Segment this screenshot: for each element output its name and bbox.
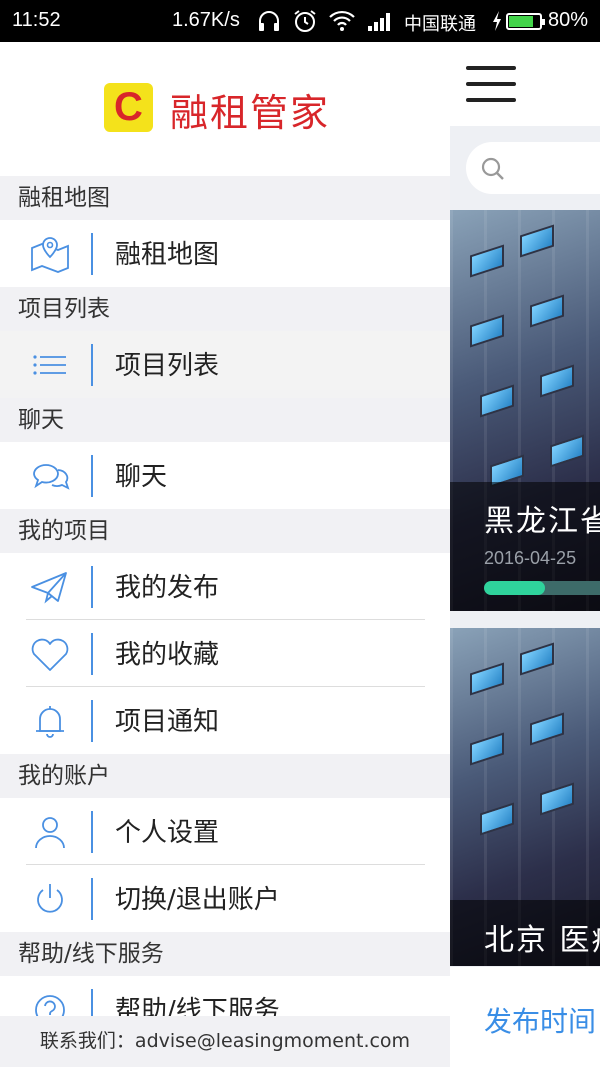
project-card[interactable]: 黑龙江省 2016-04-25	[450, 210, 600, 611]
alarm-icon	[294, 10, 316, 32]
bell-icon	[36, 706, 64, 738]
menu-item-favorites[interactable]: 我的收藏	[0, 620, 450, 687]
search-input[interactable]	[466, 142, 600, 194]
menu-item-label: 我的收藏	[115, 640, 220, 670]
charging-icon	[493, 11, 501, 31]
menu-item-label: 聊天	[115, 462, 168, 492]
user-icon	[35, 817, 65, 849]
section-header-projects: 项目列表	[0, 287, 450, 331]
menu-item-map[interactable]: 融租地图	[0, 220, 450, 287]
menu-item-label: 我的发布	[115, 573, 220, 603]
battery-icon	[506, 13, 545, 30]
carrier-name: 中国联通	[404, 14, 476, 35]
card-date: 2016-04-25	[484, 548, 577, 568]
menu-item-my-posts[interactable]: 我的发布	[0, 553, 450, 620]
item-separator	[91, 811, 93, 853]
brand-header: C 融租管家	[0, 42, 450, 176]
item-separator	[91, 233, 93, 275]
card-title: 黑龙江省	[484, 504, 600, 539]
main-content: 黑龙江省 2016-04-25 北京 医疗 发布时间	[450, 42, 600, 1067]
section-header-help: 帮助/线下服务	[0, 932, 450, 976]
project-card[interactable]: 北京 医疗	[450, 628, 600, 966]
battery-percent: 80%	[548, 9, 589, 31]
item-separator	[91, 455, 93, 497]
network-speed: 1.67K/s	[172, 9, 240, 31]
section-header-my-projects: 我的项目	[0, 509, 450, 553]
menu-item-personal-settings[interactable]: 个人设置	[0, 798, 450, 865]
status-bar: 11:52 1.67K/s 中国联通 80%	[0, 0, 600, 42]
item-separator	[91, 566, 93, 608]
section-header-chat: 聊天	[0, 398, 450, 442]
menu-icon[interactable]	[466, 66, 516, 102]
brand-name: 融租管家	[170, 91, 331, 135]
menu-item-chat[interactable]: 聊天	[0, 442, 450, 509]
headphones-icon	[259, 11, 279, 31]
funding-progress	[484, 581, 600, 595]
brand-logo: C	[104, 83, 153, 132]
heart-icon	[31, 638, 69, 671]
wifi-icon	[329, 10, 355, 31]
search-icon	[481, 157, 504, 180]
paper-plane-icon	[31, 572, 67, 604]
card-title: 北京 医疗	[484, 923, 600, 958]
section-header-my-account: 我的账户	[0, 754, 450, 798]
menu-item-label: 个人设置	[115, 818, 220, 848]
sort-by-publish-time[interactable]: 发布时间	[484, 1000, 596, 1040]
navigation-drawer: C 融租管家 融租地图 融租地图 项目列表 项目列表 聊天 聊天 我的项目 我的…	[0, 42, 450, 1067]
power-icon	[37, 884, 63, 913]
status-time: 11:52	[12, 9, 61, 31]
menu-item-label: 项目列表	[115, 351, 220, 381]
signal-icon	[368, 13, 390, 31]
contact-info: 联系我们：advise@leasingmoment.com	[0, 1016, 450, 1067]
item-separator	[91, 700, 93, 742]
section-header-map: 融租地图	[0, 176, 450, 220]
chat-bubbles-icon	[33, 464, 70, 490]
item-separator	[91, 878, 93, 920]
list-icon	[33, 355, 66, 375]
menu-item-label: 融租地图	[115, 240, 220, 270]
item-separator	[91, 344, 93, 386]
map-pin-icon	[31, 237, 69, 273]
top-bar	[450, 42, 600, 126]
menu-item-label: 项目通知	[115, 707, 220, 737]
menu-item-project-list[interactable]: 项目列表	[0, 331, 450, 398]
menu-item-project-notifications[interactable]: 项目通知	[0, 687, 450, 754]
menu-item-label: 切换/退出账户	[115, 885, 280, 915]
item-separator	[91, 633, 93, 675]
menu-item-switch-logout[interactable]: 切换/退出账户	[0, 865, 450, 932]
